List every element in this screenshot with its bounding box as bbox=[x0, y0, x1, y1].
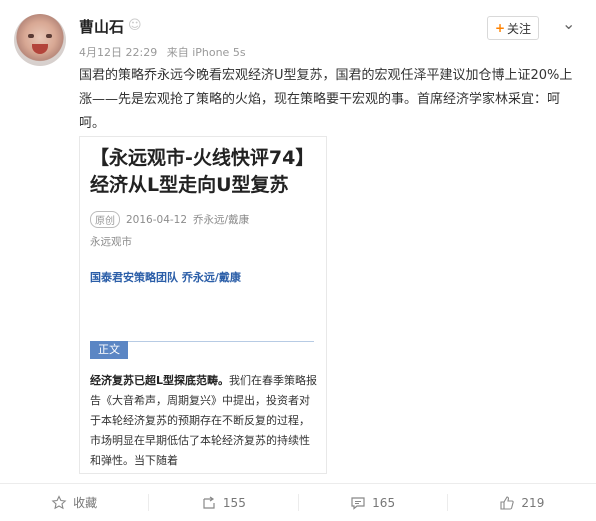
article-title-line1: 【永远观市-火线快评74】 bbox=[90, 147, 315, 169]
plus-icon: + bbox=[494, 21, 506, 35]
like-button[interactable]: 219 bbox=[448, 484, 596, 521]
article-authors: 乔永远/戴康 bbox=[193, 214, 250, 226]
repost-count: 155 bbox=[222, 495, 246, 510]
article-date: 2016-04-12 bbox=[126, 213, 188, 226]
star-icon bbox=[51, 494, 67, 509]
post-text: 国君的策略乔永远今晚看宏观经济U型复苏，国君的宏观任泽平建议加仓博上证20%上涨… bbox=[79, 68, 573, 131]
comment-icon bbox=[351, 496, 365, 510]
original-tag: 原创 bbox=[90, 211, 120, 228]
comment-count: 165 bbox=[372, 495, 396, 510]
article-image[interactable]: 【永远观市-火线快评74】 经济从L型走向U型复苏 原创 2016-04-12 … bbox=[79, 136, 327, 474]
article-meta: 原创 2016-04-12 乔永远/戴康 bbox=[90, 211, 249, 228]
article-body-bold: 经济复苏已超L型探底范畴。 bbox=[90, 374, 230, 387]
favorite-button[interactable]: 收藏 bbox=[0, 484, 148, 521]
comment-button[interactable]: 165 bbox=[299, 484, 447, 521]
repost-button[interactable]: 155 bbox=[149, 484, 297, 521]
thumbs-up-icon bbox=[500, 495, 515, 510]
article-body-rest: 我们在春季策略报告《大音希声，周期复兴》中提出，投资者对于本轮经济复苏的预期存在… bbox=[90, 374, 318, 467]
article-team: 国泰君安策略团队 乔永远/戴康 bbox=[90, 271, 241, 284]
user-avatar[interactable] bbox=[14, 14, 66, 66]
repost-icon bbox=[203, 496, 215, 509]
article-source: 永远观市 bbox=[90, 236, 132, 248]
avatar-eye-right bbox=[46, 34, 52, 38]
article-title-line2: 经济从L型走向U型复苏 bbox=[90, 174, 289, 196]
post-meta: 4月12日 22:29 来自 iPhone 5s bbox=[79, 44, 252, 60]
chevron-down-icon[interactable]: ⌄ bbox=[562, 14, 575, 33]
post-date[interactable]: 4月12日 22:29 bbox=[79, 46, 157, 59]
action-bar: 收藏 155 165 219 bbox=[0, 483, 596, 521]
follow-label: 关注 bbox=[507, 21, 532, 36]
emoji-badge-icon: ☺ bbox=[128, 18, 142, 33]
username[interactable]: 曹山石 bbox=[79, 16, 124, 37]
section-tag: 正文 bbox=[90, 341, 128, 359]
article-body: 经济复苏已超L型探底范畴。我们在春季策略报告《大音希声，周期复兴》中提出，投资者… bbox=[90, 371, 318, 471]
follow-button[interactable]: + 关注 bbox=[487, 16, 539, 40]
article-title: 【永远观市-火线快评74】 经济从L型走向U型复苏 bbox=[90, 145, 314, 199]
avatar-eye-left bbox=[28, 34, 34, 38]
favorite-label: 收藏 bbox=[73, 496, 98, 510]
avatar-mouth bbox=[32, 44, 48, 54]
post-via: 来自 iPhone 5s bbox=[166, 46, 246, 59]
like-count: 219 bbox=[521, 495, 545, 510]
